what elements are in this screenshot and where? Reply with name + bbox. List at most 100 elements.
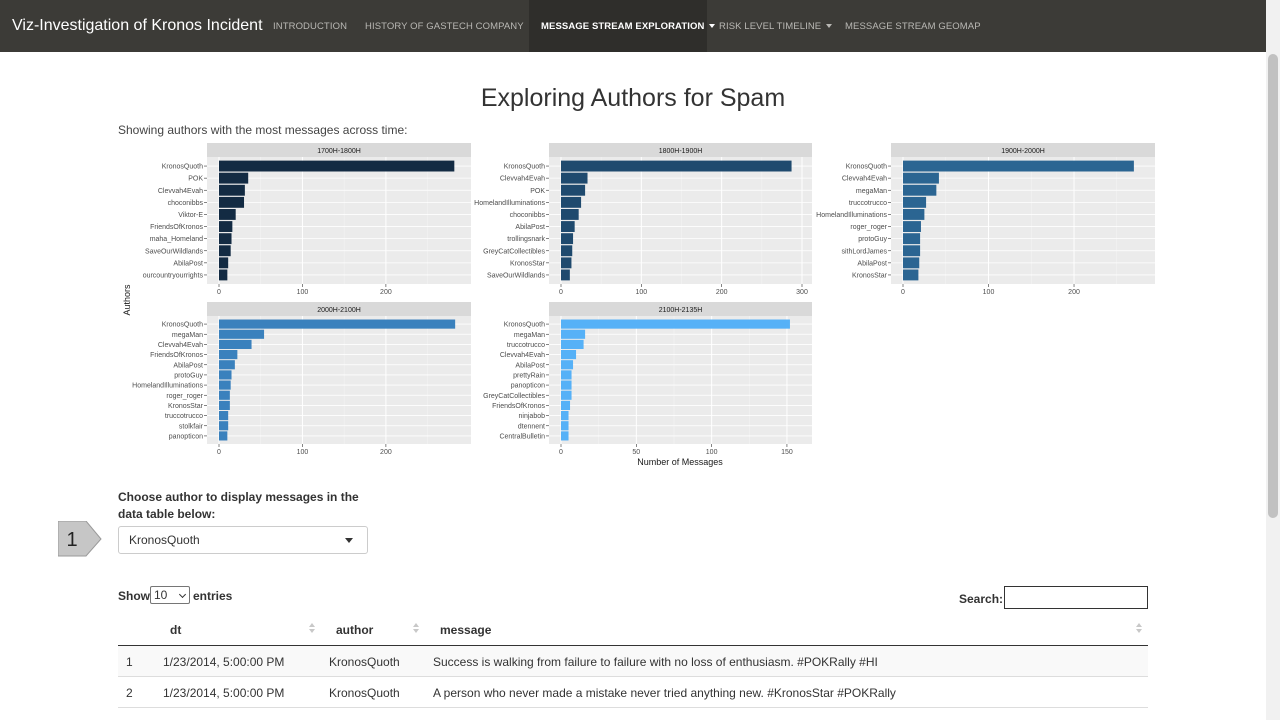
y-tick-label: truccotrucco — [849, 200, 887, 207]
bar — [561, 184, 586, 196]
bar — [561, 196, 582, 208]
y-tick-label: panopticon — [169, 433, 203, 440]
y-tick-label: KronosQuoth — [162, 164, 203, 171]
y-tick-label: choconibbs — [168, 200, 204, 207]
bar — [219, 269, 228, 281]
panel-title: 2100H-2135H — [659, 307, 703, 314]
author-select-value: KronosQuoth — [129, 533, 200, 547]
bar — [219, 350, 238, 360]
y-tick-label: AbilaPost — [173, 362, 203, 369]
bar — [903, 269, 919, 281]
column-header-dt[interactable]: dt — [170, 623, 181, 637]
y-tick-label: Viktor-E — [178, 212, 203, 219]
scrollbar-thumb[interactable] — [1268, 54, 1278, 518]
search-input[interactable] — [1004, 586, 1148, 609]
bar — [561, 421, 569, 431]
column-header-message[interactable]: message — [440, 623, 491, 637]
author-select[interactable]: KronosQuoth — [118, 526, 368, 554]
y-tick-label: FriendsOfKronos — [150, 352, 203, 359]
show-label: Show — [118, 589, 150, 603]
y-tick-label: KronosQuoth — [846, 164, 887, 171]
panel-title: 1900H-2000H — [1001, 148, 1045, 155]
bar — [561, 233, 574, 245]
x-axis-label: Number of Messages — [637, 457, 723, 467]
y-tick-label: trollingsnark — [507, 236, 545, 243]
sort-icon[interactable] — [309, 623, 315, 635]
y-tick-label: Clevvah4Evah — [500, 352, 545, 359]
y-tick-label: FriendsOfKronos — [150, 224, 203, 231]
chevron-down-icon — [345, 538, 353, 543]
bar — [903, 221, 921, 232]
entries-length-value: 10 — [154, 588, 168, 602]
y-tick-label: Clevvah4Evah — [842, 176, 887, 183]
bar — [903, 172, 939, 184]
bar — [561, 400, 571, 410]
y-tick-label: maha_Homeland — [150, 236, 203, 243]
y-tick-label: GreyCatCollectibles — [483, 248, 545, 255]
authors-bar-chart: 1700H-1800H 0 100 200 KronosQuoth POK Clevvah4… — [122, 143, 1155, 467]
bar — [561, 221, 575, 232]
bar — [561, 209, 579, 220]
y-tick-label: ourcountryourrights — [143, 272, 204, 279]
row-dt: 1/23/2014, 5:00:00 PM — [163, 655, 285, 669]
entries-length-select[interactable]: 10 — [150, 586, 190, 604]
x-tick-label: 0 — [559, 449, 563, 456]
bar — [561, 160, 792, 172]
bar — [903, 160, 1134, 172]
row-dt: 1/23/2014, 5:00:00 PM — [163, 686, 285, 700]
table-row[interactable]: 2 1/23/2014, 5:00:00 PM KronosQuoth A pe… — [118, 677, 1148, 708]
bar — [219, 245, 231, 257]
table-row[interactable]: 1 1/23/2014, 5:00:00 PM KronosQuoth Succ… — [118, 646, 1148, 677]
bar — [561, 319, 790, 329]
y-tick-label: dtennent — [518, 423, 545, 430]
step-number: 1 — [66, 529, 77, 551]
y-tick-label: truccotrucco — [165, 413, 203, 420]
y-tick-label: Clevvah4Evah — [158, 188, 203, 195]
y-tick-label: KronosQuoth — [504, 322, 545, 329]
entries-label: entries — [193, 589, 233, 603]
x-tick-label: 200 — [380, 289, 392, 296]
x-tick-label: 50 — [632, 449, 640, 456]
page-scrollbar[interactable] — [1266, 0, 1280, 720]
bar — [219, 370, 232, 380]
y-tick-label: sithLordJames — [841, 248, 887, 255]
y-tick-label: AbilaPost — [173, 260, 203, 267]
bar — [903, 233, 921, 245]
author-select-label: Choose author to display messages in the… — [118, 490, 359, 521]
sort-icon[interactable] — [1136, 623, 1142, 635]
panel-title: 1700H-1800H — [317, 148, 361, 155]
sort-icon[interactable] — [413, 623, 419, 635]
y-tick-label: megaMan — [856, 188, 887, 195]
x-tick-label: 300 — [796, 289, 808, 296]
y-axis-label: Authors — [122, 284, 132, 316]
y-tick-label: panopticon — [511, 383, 545, 390]
y-tick-label: HomelandIlluminations — [474, 200, 545, 207]
x-tick-label: 0 — [217, 449, 221, 456]
table-header: dt author message — [118, 614, 1148, 646]
x-tick-label: 100 — [297, 449, 309, 456]
x-tick-label: 100 — [635, 289, 647, 296]
panel-title: 1800H-1900H — [659, 148, 703, 155]
y-tick-label: KronosStar — [510, 260, 546, 267]
bar — [903, 209, 925, 220]
search-label: Search: — [959, 592, 1004, 606]
y-tick-label: ninjabob — [519, 413, 546, 420]
bar — [219, 319, 456, 329]
row-author: KronosQuoth — [329, 655, 400, 669]
y-tick-label: KronosQuoth — [504, 164, 545, 171]
bar — [561, 431, 569, 441]
y-tick-label: GreyCatCollectibles — [483, 393, 545, 400]
y-tick-label: protoGuy — [858, 236, 887, 243]
panel-background — [549, 157, 812, 284]
bar — [219, 339, 252, 349]
y-tick-label: Clevvah4Evah — [158, 342, 203, 349]
bar — [219, 360, 235, 370]
y-tick-label: HomelandIlluminations — [132, 383, 203, 390]
x-tick-label: 100 — [983, 289, 995, 296]
y-tick-label: KronosQuoth — [162, 322, 203, 329]
bar — [561, 350, 577, 360]
x-tick-label: 200 — [1068, 289, 1080, 296]
column-header-author[interactable]: author — [336, 623, 373, 637]
bar — [219, 411, 229, 421]
row-index: 1 — [126, 655, 133, 669]
